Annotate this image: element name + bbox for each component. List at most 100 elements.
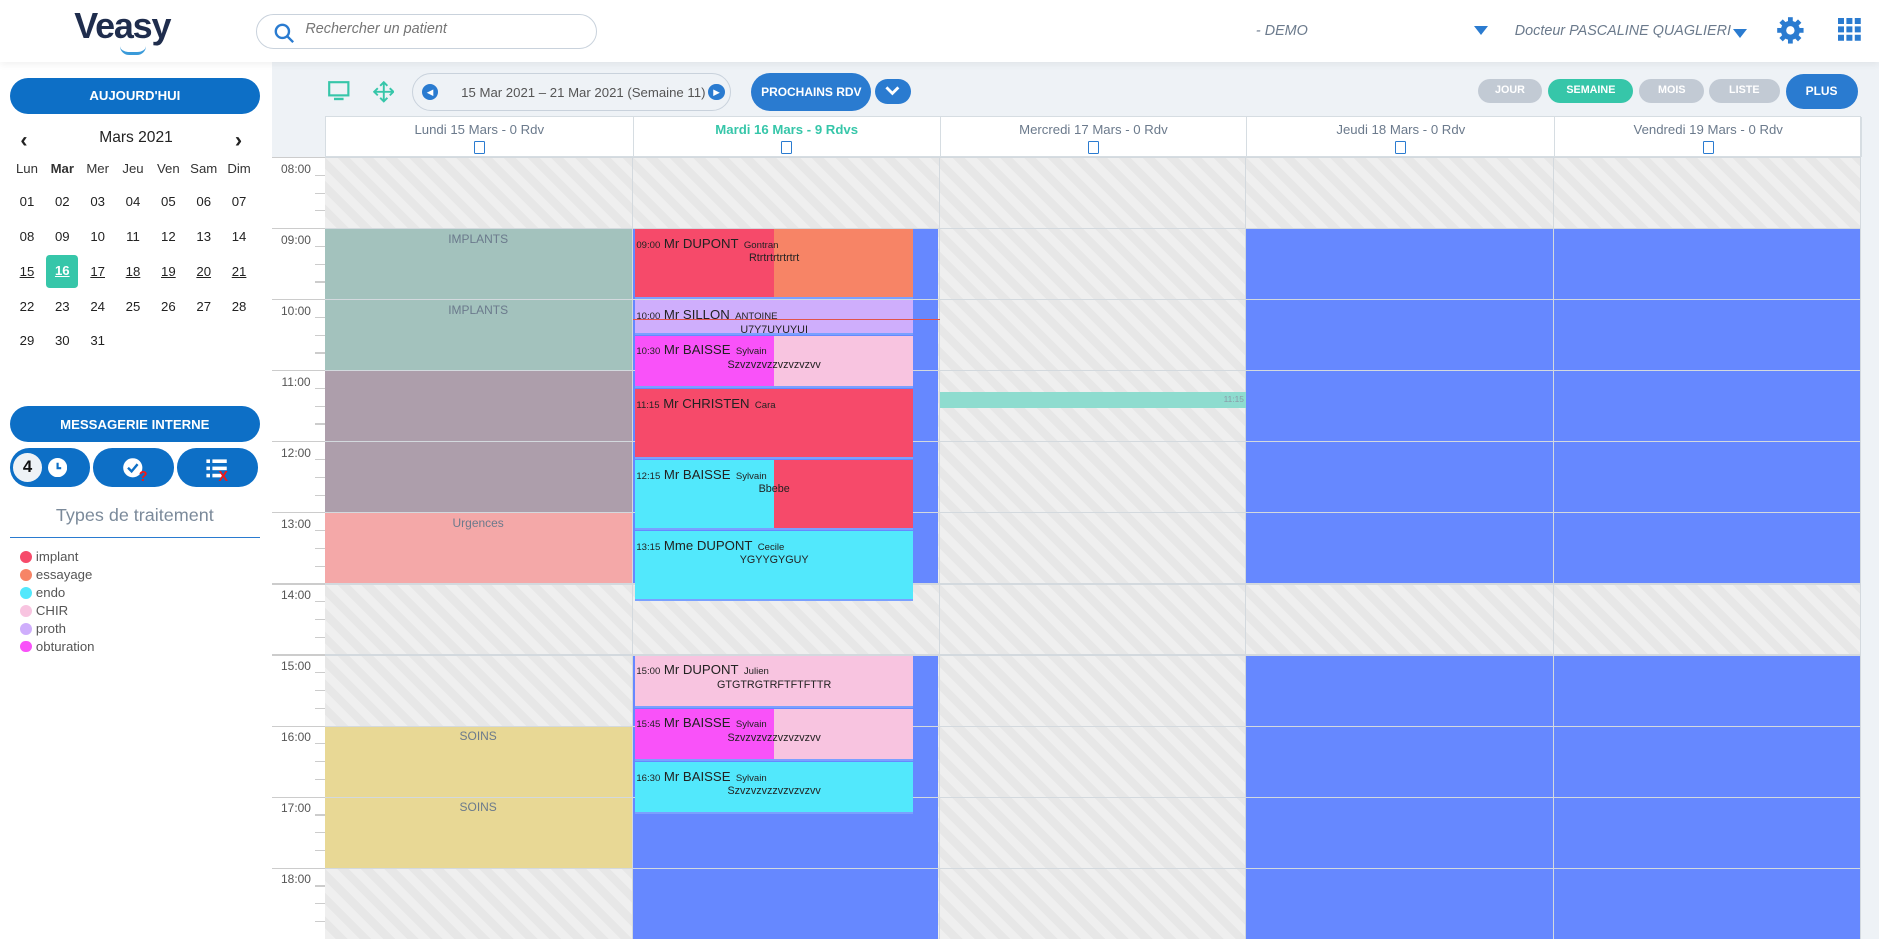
appointment[interactable]: 09:00 Mr DUPONT Gontran Rtrtrtrtrtrtrt xyxy=(635,229,914,300)
next-appointments-dropdown[interactable] xyxy=(874,79,911,105)
calendar-day[interactable]: 11 xyxy=(116,224,151,250)
cancelled-list-button[interactable]: X xyxy=(177,448,258,487)
appointment-comment: YGYYGYGUY xyxy=(739,554,809,567)
day-header[interactable]: Jeudi 18 Mars - 0 Rdv xyxy=(1247,117,1556,157)
move-icon[interactable] xyxy=(372,81,395,104)
calendar-day[interactable]: 27 xyxy=(186,294,221,320)
day-header[interactable]: Lundi 15 Mars - 0 Rdv xyxy=(326,117,634,157)
schedule-block[interactable]: SOINS xyxy=(324,796,632,868)
calendar-day[interactable]: 23 xyxy=(45,294,80,320)
appointment[interactable]: 15:00 Mr DUPONT Julien GTGTRGTRFTFTFTTR xyxy=(635,655,914,708)
view-semaine-button[interactable]: SEMAINE xyxy=(1548,79,1634,104)
calendar-day[interactable]: 21 xyxy=(222,259,257,285)
document-icon[interactable] xyxy=(1702,140,1714,154)
calendar-day[interactable]: 06 xyxy=(186,189,221,215)
internal-messaging-button[interactable]: MESSAGERIE INTERNE xyxy=(9,406,261,443)
hour-gridline xyxy=(324,796,1862,798)
calendar-day[interactable]: 05 xyxy=(151,189,186,215)
day-header[interactable]: Mardi 16 Mars - 9 Rdvs xyxy=(634,117,941,157)
appointment[interactable]: 11:15 Mr CHRISTEN Cara xyxy=(635,389,914,459)
calendar-day[interactable]: 15 xyxy=(10,259,45,285)
availability-block[interactable] xyxy=(1554,228,1860,584)
gear-icon[interactable] xyxy=(1776,16,1805,45)
calendar-day[interactable]: 26 xyxy=(151,294,186,320)
calendar-day[interactable]: 04 xyxy=(116,189,151,215)
day-column[interactable] xyxy=(939,156,1247,939)
more-button[interactable]: PLUS xyxy=(1785,74,1858,110)
appointment[interactable]: 13:15 Mme DUPONT Cecile YGYYGYGUY xyxy=(635,531,914,602)
calendar-day[interactable]: 30 xyxy=(45,328,80,354)
appointment-time: 09:00 xyxy=(636,239,661,251)
doctor-selector[interactable]: Docteur PASCALINE QUAGLIERI xyxy=(1515,23,1731,39)
schedule-block[interactable]: SOINS xyxy=(324,725,632,797)
document-icon[interactable] xyxy=(781,140,793,154)
current-time-line xyxy=(632,319,940,321)
appointment-time: 15:45 xyxy=(636,719,661,731)
calendar-day[interactable]: 03 xyxy=(80,189,115,215)
time-label: 11:00 xyxy=(281,374,311,389)
hour-gridline xyxy=(324,299,1862,301)
legend-dot-icon xyxy=(20,586,33,599)
appointment[interactable]: 10:00 Mr SILLON ANTOINE U7Y7UYUYUI xyxy=(635,300,914,335)
calendar-day[interactable]: 08 xyxy=(10,224,45,250)
veasy-logo[interactable]: Veasy xyxy=(74,5,171,56)
document-icon[interactable] xyxy=(473,140,485,154)
pending-button[interactable]: 4 xyxy=(9,448,90,487)
apps-grid-icon[interactable] xyxy=(1838,17,1862,41)
calendar-day[interactable]: 12 xyxy=(151,224,186,250)
calendar-day[interactable]: 31 xyxy=(80,328,115,354)
calendar-day[interactable]: 09 xyxy=(45,224,80,250)
appointment[interactable]: 15:45 Mr BAISSE Sylvain Szvzvzvzzvzvzvzvv xyxy=(635,708,914,762)
calendar-day[interactable]: 24 xyxy=(80,294,115,320)
prev-week-button[interactable]: ◀ xyxy=(421,83,439,101)
appointment-header: 13:15 Mme DUPONT Cecile xyxy=(635,531,913,555)
day-header[interactable]: Mercredi 17 Mars - 0 Rdv xyxy=(941,117,1248,157)
calendar-day[interactable]: 22 xyxy=(10,294,45,320)
schedule-block[interactable]: IMPLANTS xyxy=(324,299,632,371)
calendar-day[interactable]: 14 xyxy=(222,224,257,250)
doctor-dropdown-icon[interactable] xyxy=(1732,28,1747,38)
patient-firstname: Sylvain xyxy=(735,346,767,358)
patient-search[interactable] xyxy=(256,14,597,50)
calendar-day[interactable]: 13 xyxy=(186,224,221,250)
free-slot[interactable]: 11:15 xyxy=(939,391,1247,409)
calendar-day[interactable]: 07 xyxy=(222,189,257,215)
search-input[interactable] xyxy=(305,21,581,38)
view-mois-button[interactable]: MOIS xyxy=(1639,79,1705,104)
schedule-block[interactable]: IMPLANTS xyxy=(324,228,632,300)
quarter-tick xyxy=(315,565,325,567)
appointment[interactable]: 16:30 Mr BAISSE Sylvain Szvzvzvzzvzvzvzvv xyxy=(635,762,914,815)
calendar-day[interactable]: 16 xyxy=(46,255,79,288)
legend-dot-icon xyxy=(20,622,33,635)
monitor-icon[interactable] xyxy=(328,81,350,101)
calendar-day[interactable]: 19 xyxy=(151,259,186,285)
calendar-day[interactable]: 20 xyxy=(186,259,221,285)
appointment-time: 12:15 xyxy=(636,470,661,482)
legend-label: endo xyxy=(35,585,66,601)
availability-block[interactable] xyxy=(1246,228,1554,584)
calendar-day[interactable]: 25 xyxy=(116,294,151,320)
document-icon[interactable] xyxy=(1395,140,1407,154)
calendar-day[interactable]: 17 xyxy=(80,259,115,285)
schedule-block[interactable]: Urgences xyxy=(324,512,632,584)
day-header[interactable]: Vendredi 19 Mars - 0 Rdv xyxy=(1555,117,1863,157)
document-icon[interactable] xyxy=(1088,140,1099,154)
calendar-day[interactable]: 29 xyxy=(10,328,45,354)
unconfirmed-button[interactable]: ? xyxy=(93,448,174,487)
appointment[interactable]: 12:15 Mr BAISSE Sylvain Bbebe xyxy=(635,460,914,531)
next-month-icon[interactable]: › xyxy=(235,127,242,153)
appointment[interactable]: 10:30 Mr BAISSE Sylvain Szvzvzvzzvzvzvzvv xyxy=(635,335,914,388)
site-dropdown-icon[interactable] xyxy=(1474,26,1489,35)
today-button[interactable]: AUJOURD'HUI xyxy=(9,77,261,114)
calendar-day[interactable]: 28 xyxy=(222,294,257,320)
site-selector[interactable]: - DEMO xyxy=(1256,23,1308,39)
view-jour-button[interactable]: JOUR xyxy=(1477,79,1543,104)
next-week-button[interactable]: ▶ xyxy=(708,83,725,101)
calendar-day[interactable]: 18 xyxy=(116,259,151,285)
calendar-day[interactable]: 02 xyxy=(45,189,80,215)
calendar-day[interactable]: 10 xyxy=(80,224,115,250)
quarter-tick xyxy=(315,832,325,834)
calendar-day[interactable]: 01 xyxy=(10,189,45,215)
next-appointments-button[interactable]: PROCHAINS RDV xyxy=(751,73,872,112)
view-liste-button[interactable]: LISTE xyxy=(1708,79,1780,104)
